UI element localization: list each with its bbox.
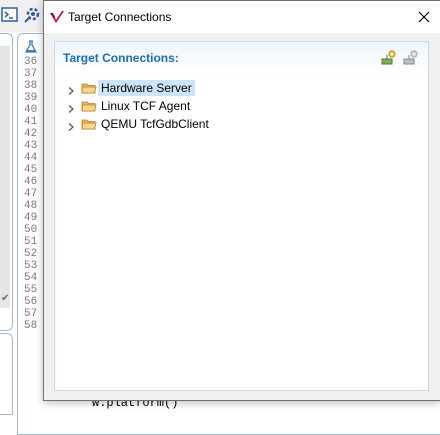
line-number-gutter: 36 37 38 39 40 41 42 43 44 45 46 47 48 49 50 51 52 53 54 55… <box>24 56 44 405</box>
line-number: 39 <box>24 92 38 104</box>
dialog-title: Target Connections <box>68 10 172 24</box>
line-number: 45 <box>24 164 38 176</box>
line-number: 38 <box>24 80 38 92</box>
close-button[interactable] <box>412 5 436 29</box>
line-number: 49 <box>24 212 38 224</box>
tree-item-qemu-tcfgdbclient[interactable]: QEMU TcfGdbClient <box>67 115 367 133</box>
line-number: 50 <box>24 224 38 236</box>
chevron-right-icon[interactable] <box>67 84 75 95</box>
target-connections-dialog: Target Connections Target Connections: H… <box>43 0 440 401</box>
line-number: 40 <box>24 104 38 116</box>
line-number: 37 <box>24 68 38 80</box>
left-lower-panel <box>0 333 13 415</box>
line-number: 54 <box>24 272 38 284</box>
add-connection-icon <box>381 50 396 65</box>
panel-title: Target Connections: <box>63 51 179 65</box>
line-number: 47 <box>24 188 38 200</box>
folder-icon <box>81 116 97 132</box>
left-view-panel <box>0 33 13 331</box>
tree-item-hardware-server[interactable]: Hardware Server <box>67 79 367 97</box>
line-number: 48 <box>24 200 38 212</box>
folder-icon <box>81 80 97 96</box>
left-view-scrollbar[interactable] <box>0 46 10 308</box>
line-number: 55 <box>24 284 38 296</box>
chevron-right-icon[interactable] <box>67 102 75 113</box>
line-number: 52 <box>24 248 38 260</box>
line-number: 41 <box>24 116 38 128</box>
flask-icon[interactable] <box>24 40 38 54</box>
dialog-body: Target Connections: Hardware Server Linu… <box>44 33 440 400</box>
title-bar[interactable]: Target Connections <box>44 1 440 33</box>
remove-connection-button[interactable] <box>402 50 418 66</box>
tree-item-label: QEMU TcfGdbClient <box>101 117 209 131</box>
terminal-icon[interactable] <box>1 6 19 24</box>
add-connection-button[interactable] <box>380 50 396 66</box>
connections-panel: Target Connections: Hardware Server Linu… <box>54 41 429 391</box>
line-number: 43 <box>24 140 38 152</box>
tree-item-linux-tcf-agent[interactable]: Linux TCF Agent <box>67 97 367 115</box>
line-number: 44 <box>24 152 38 164</box>
panel-header: Target Connections: <box>55 42 428 75</box>
tree-item-label: Linux TCF Agent <box>101 99 191 113</box>
line-number: 58 <box>24 320 38 332</box>
xilinx-logo-icon <box>49 9 65 25</box>
line-number: 53 <box>24 260 38 272</box>
checkmark-icon: ✔ <box>1 293 10 304</box>
line-number: 36 <box>24 56 38 68</box>
connections-tree: Hardware Server Linux TCF Agent QEMU Tcf… <box>67 79 367 133</box>
line-number: 57 <box>24 308 38 320</box>
folder-icon <box>81 98 97 114</box>
line-number: 42 <box>24 128 38 140</box>
chevron-right-icon[interactable] <box>67 120 75 131</box>
tree-item-label: Hardware Server <box>98 80 195 96</box>
settings-gear-icon[interactable] <box>23 6 41 24</box>
line-number: 56 <box>24 296 38 308</box>
line-number: 51 <box>24 236 38 248</box>
line-number: 46 <box>24 176 38 188</box>
remove-connection-icon <box>403 50 418 65</box>
close-icon <box>418 11 430 23</box>
